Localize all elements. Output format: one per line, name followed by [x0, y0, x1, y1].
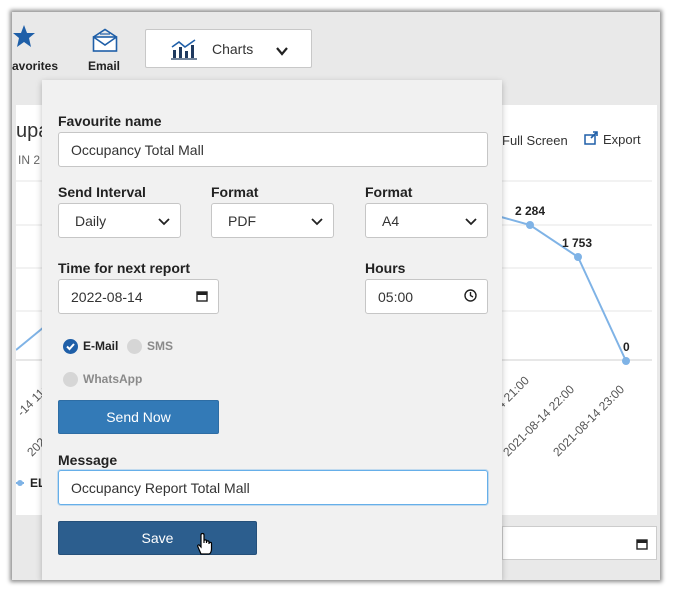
- hours-label: Hours: [365, 260, 406, 276]
- favourite-dialog: Favourite name Occupancy Total Mall Send…: [42, 80, 502, 580]
- next-report-date-input[interactable]: 2022-08-14: [58, 279, 219, 314]
- paper-format-label: Format: [365, 184, 413, 200]
- legend-marker: [17, 480, 23, 486]
- next-report-value: 2022-08-14: [71, 288, 143, 305]
- send-now-button[interactable]: Send Now: [58, 400, 219, 434]
- message-input[interactable]: Occupancy Report Total Mall: [58, 470, 488, 505]
- favourite-name-value: Occupancy Total Mall: [71, 141, 204, 158]
- format-select[interactable]: PDF: [211, 203, 334, 238]
- data-point: [574, 253, 582, 261]
- email-icon[interactable]: [92, 28, 118, 57]
- channel-whatsapp-label: WhatsApp: [83, 372, 143, 386]
- favorites-star-icon[interactable]: [12, 24, 36, 53]
- hours-value: 05:00: [378, 288, 414, 305]
- format-label: Format: [211, 184, 259, 200]
- send-interval-label: Send Interval: [58, 184, 146, 200]
- favorites-label[interactable]: avorites: [12, 59, 58, 73]
- app-window: avorites Email Charts upa IN 2 Full Scre…: [12, 12, 660, 580]
- data-point: [622, 357, 630, 365]
- chevron-down-icon: [311, 213, 323, 229]
- radio-circle-icon: [127, 339, 142, 354]
- paper-format-select[interactable]: A4: [365, 203, 488, 238]
- data-label: 2 284: [515, 204, 545, 218]
- chevron-down-icon: [158, 213, 170, 229]
- charts-dropdown-button[interactable]: Charts: [145, 29, 312, 68]
- clock-icon[interactable]: [464, 288, 477, 305]
- series-line-left: [16, 326, 45, 351]
- chevron-down-icon: [276, 43, 288, 61]
- format-value: PDF: [228, 212, 256, 229]
- message-label: Message: [58, 452, 118, 468]
- save-button[interactable]: Save: [58, 521, 257, 555]
- series-line: [493, 214, 627, 362]
- chevron-down-icon: [465, 213, 477, 229]
- paper-format-value: A4: [382, 212, 400, 229]
- channel-sms-label: SMS: [147, 339, 174, 353]
- hand-cursor-icon: [195, 532, 213, 561]
- favourite-name-label: Favourite name: [58, 113, 162, 129]
- charts-label: Charts: [212, 41, 254, 57]
- send-interval-value: Daily: [75, 212, 107, 229]
- calendar-icon[interactable]: [196, 289, 208, 305]
- message-value: Occupancy Report Total Mall: [71, 479, 250, 496]
- data-label: 0: [623, 340, 630, 354]
- checkmark-circle-icon: [63, 339, 78, 354]
- radio-circle-icon: [63, 372, 78, 387]
- favourite-name-input[interactable]: Occupancy Total Mall: [58, 132, 488, 167]
- send-interval-select[interactable]: Daily: [58, 203, 181, 238]
- data-label: 1 753: [562, 236, 592, 250]
- channel-email-label: E-Mail: [83, 339, 119, 353]
- chart-bar-icon: [170, 38, 198, 65]
- calendar-icon: [636, 537, 648, 555]
- hours-time-input[interactable]: 05:00: [365, 279, 488, 314]
- email-label[interactable]: Email: [88, 59, 120, 73]
- background-date-input[interactable]: [502, 526, 657, 560]
- next-report-label: Time for next report: [58, 260, 190, 276]
- data-point: [526, 221, 534, 229]
